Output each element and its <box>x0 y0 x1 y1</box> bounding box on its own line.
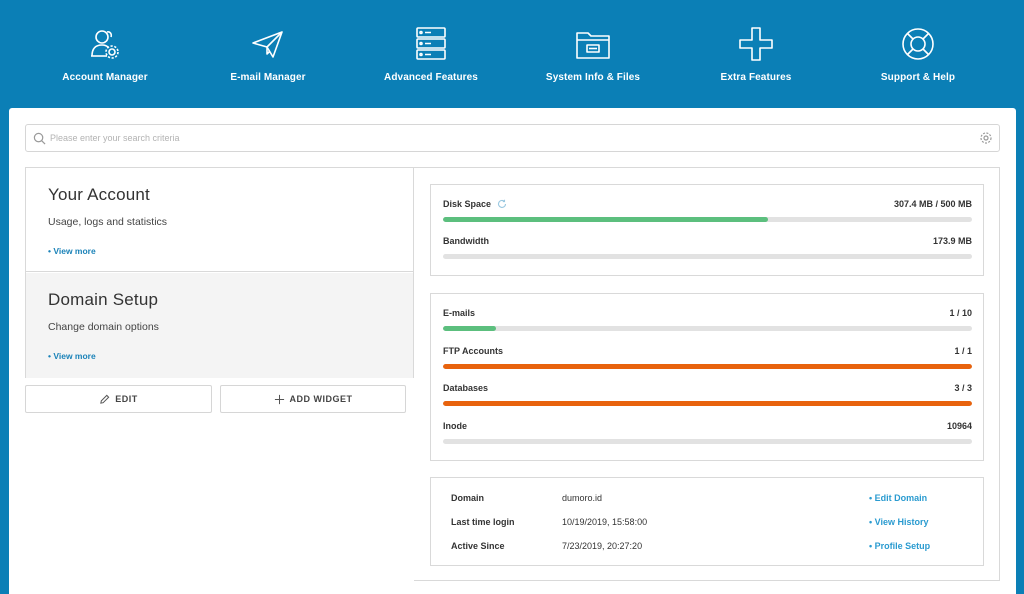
main-panel: Your Account Usage, logs and statistics … <box>9 108 1016 594</box>
stat-value: 307.4 MB / 500 MB <box>893 199 972 209</box>
stat-value: 173.9 MB <box>932 236 972 246</box>
stat-value: 1 / 1 <box>954 346 972 356</box>
progress-bar <box>443 401 972 406</box>
nav-email-manager[interactable]: E-mail Manager <box>188 24 348 83</box>
stat-databases: Databases 3 / 3 <box>443 383 972 406</box>
progress-fill <box>443 326 496 331</box>
nav-label: Extra Features <box>720 72 792 83</box>
widget-description: Usage, logs and statistics <box>48 216 168 228</box>
stat-value: 10964 <box>946 421 972 431</box>
server-icon <box>416 27 446 60</box>
nav-label: Account Manager <box>62 72 148 83</box>
nav-support-help[interactable]: Support & Help <box>838 24 998 83</box>
progress-bar <box>443 217 972 222</box>
add-widget-label: ADD WIDGET <box>289 394 353 404</box>
profile-setup-link[interactable]: • Profile Setup <box>869 541 930 551</box>
nav-label: Advanced Features <box>384 72 478 83</box>
plus-icon <box>274 394 284 404</box>
progress-fill <box>443 364 972 369</box>
stat-label: Inode <box>443 421 467 431</box>
top-navigation: Account Manager E-mail Manager Advanced … <box>0 0 1024 108</box>
info-value: 7/23/2019, 20:27:20 <box>562 541 643 551</box>
stat-disk-space: Disk Space 307.4 MB / 500 MB <box>443 199 972 222</box>
stat-label: FTP Accounts <box>443 346 504 356</box>
pencil-icon <box>100 394 110 404</box>
paper-plane-icon <box>252 31 283 58</box>
edit-label: EDIT <box>115 394 138 404</box>
edit-button[interactable]: EDIT <box>25 385 212 413</box>
view-more-link[interactable]: • View more <box>48 351 391 361</box>
info-key: Domain <box>451 493 485 503</box>
stat-label: E-mails <box>443 308 476 318</box>
nav-system-info-files[interactable]: System Info & Files <box>513 24 673 83</box>
progress-bar <box>443 439 972 444</box>
search-icon <box>33 132 46 145</box>
limits-box: E-mails 1 / 10 FTP Accounts 1 / 1 Databa… <box>430 293 984 461</box>
stat-label: Databases <box>443 383 489 393</box>
stat-value: 1 / 10 <box>949 308 972 318</box>
search-input[interactable] <box>50 129 970 147</box>
widget-domain-setup[interactable]: Domain Setup Change domain options • Vie… <box>26 273 413 378</box>
stat-label: Bandwidth <box>443 236 489 246</box>
users-gear-icon <box>91 30 119 59</box>
account-info-box: Domain dumoro.id • Edit Domain Last time… <box>430 477 984 566</box>
nav-account-manager[interactable]: Account Manager <box>25 24 185 83</box>
nav-label: Support & Help <box>880 72 956 83</box>
widget-title: Your Account <box>48 185 150 204</box>
widget-your-account[interactable]: Your Account Usage, logs and statistics … <box>26 168 413 272</box>
stats-panel: Disk Space 307.4 MB / 500 MB Bandwidth 1… <box>414 167 1000 581</box>
info-value: 10/19/2019, 15:58:00 <box>562 517 648 527</box>
progress-fill <box>443 401 972 406</box>
usage-box: Disk Space 307.4 MB / 500 MB Bandwidth 1… <box>430 184 984 276</box>
widget-title: Domain Setup <box>48 290 159 309</box>
lifebuoy-icon <box>902 28 934 60</box>
plus-icon <box>739 27 773 61</box>
stat-bandwidth: Bandwidth 173.9 MB <box>443 236 972 259</box>
widget-list: Your Account Usage, logs and statistics … <box>25 167 414 378</box>
nav-advanced-features[interactable]: Advanced Features <box>351 24 511 83</box>
info-key: Last time login <box>451 517 515 527</box>
stat-emails: E-mails 1 / 10 <box>443 308 972 331</box>
edit-domain-link[interactable]: • Edit Domain <box>869 493 927 503</box>
search-bar <box>25 124 1000 152</box>
nav-label: System Info & Files <box>545 72 641 83</box>
info-value: dumoro.id <box>562 493 603 503</box>
stat-value: 3 / 3 <box>954 383 972 393</box>
info-key: Active Since <box>451 541 505 551</box>
progress-fill <box>443 217 769 222</box>
progress-bar <box>443 254 972 259</box>
gear-icon[interactable] <box>979 131 993 145</box>
nav-extra-features[interactable]: Extra Features <box>676 24 836 83</box>
stat-label: Disk Space <box>443 199 492 209</box>
add-widget-button[interactable]: ADD WIDGET <box>220 385 406 413</box>
view-history-link[interactable]: • View History <box>869 517 929 527</box>
progress-bar <box>443 364 972 369</box>
nav-label: E-mail Manager <box>230 72 306 83</box>
refresh-icon[interactable] <box>497 199 507 209</box>
stat-ftp-accounts: FTP Accounts 1 / 1 <box>443 346 972 369</box>
view-more-link[interactable]: • View more <box>48 246 391 256</box>
folder-icon <box>576 32 610 59</box>
stat-inode: Inode 10964 <box>443 421 972 444</box>
progress-bar <box>443 326 972 331</box>
widget-description: Change domain options <box>48 321 159 333</box>
